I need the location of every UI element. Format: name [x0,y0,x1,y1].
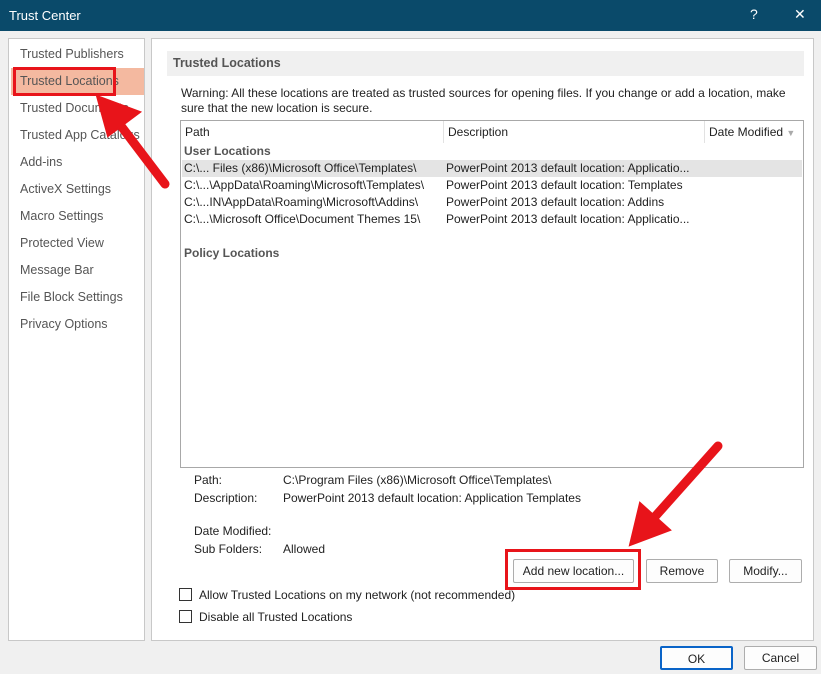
arrow-icon [113,117,170,189]
annotation-arrows [95,94,723,547]
arrow-icon [647,441,723,525]
